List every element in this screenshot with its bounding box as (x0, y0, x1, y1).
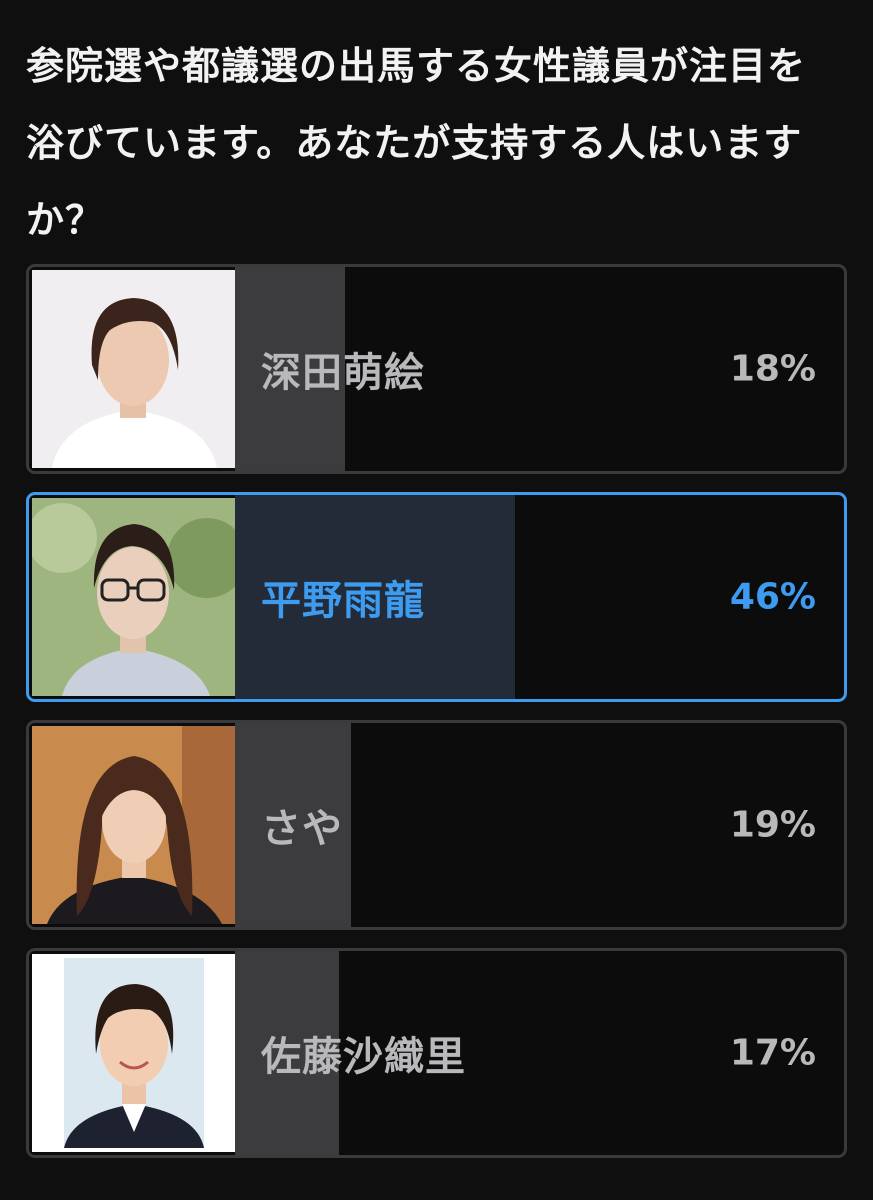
poll-option-sato[interactable]: 佐藤沙織里 17% (26, 948, 847, 1158)
candidate-name: さや (261, 806, 343, 852)
candidate-photo (32, 726, 235, 924)
poll-option-fukada[interactable]: 深田萌絵 18% (26, 264, 847, 474)
candidate-photo (32, 954, 235, 1152)
result-percent: 19% (729, 804, 816, 846)
poll-option-saya[interactable]: さや 19% (26, 720, 847, 930)
poll-question: 参院選や都議選の出馬する女性議員が注目を浴びています。あなたが支持する人はいます… (26, 44, 807, 242)
candidate-photo (32, 270, 235, 468)
candidate-name: 佐藤沙織里 (261, 1034, 466, 1080)
result-percent: 46% (729, 576, 816, 618)
poll-options: 深田萌絵 18% 平野雨龍 46% さや 19% 佐藤沙織里 17% (26, 264, 847, 1176)
candidate-photo (32, 498, 235, 696)
candidate-name: 平野雨龍 (261, 578, 425, 624)
poll-option-hirano[interactable]: 平野雨龍 46% (26, 492, 847, 702)
candidate-name: 深田萌絵 (261, 350, 425, 396)
result-percent: 18% (729, 348, 816, 390)
result-percent: 17% (729, 1032, 816, 1074)
